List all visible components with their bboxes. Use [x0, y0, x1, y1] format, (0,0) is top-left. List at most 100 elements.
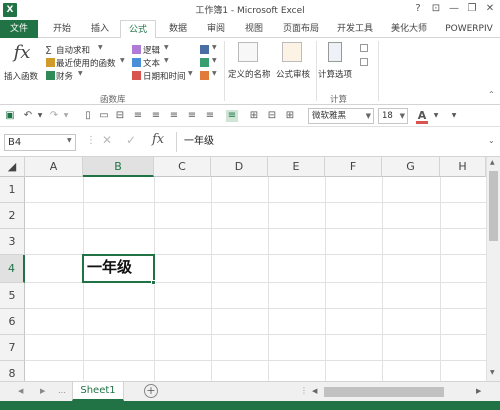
row-header-3[interactable]: 3: [0, 229, 25, 255]
vertical-scrollbar[interactable]: ▲ ▼: [486, 157, 500, 381]
row-header-1[interactable]: 1: [0, 177, 25, 203]
more-functions-icon[interactable]: [200, 71, 209, 80]
tab-review[interactable]: 审阅: [198, 20, 234, 38]
fill-handle[interactable]: [151, 280, 156, 285]
autosum-button[interactable]: 自动求和: [56, 44, 90, 56]
tab-file[interactable]: 文件: [0, 20, 38, 38]
logical-dropdown-icon[interactable]: ▼: [164, 44, 169, 51]
lookup-dropdown-icon[interactable]: ▼: [212, 44, 217, 51]
redo-icon[interactable]: ↷: [48, 110, 60, 122]
math-icon[interactable]: [200, 58, 209, 67]
tab-beautify[interactable]: 美化大师: [384, 20, 434, 38]
align-center-icon[interactable]: ≡: [168, 110, 180, 122]
add-sheet-icon[interactable]: +: [144, 384, 158, 398]
column-header-a[interactable]: A: [25, 157, 83, 177]
undo-icon[interactable]: ↶: [22, 110, 34, 122]
more-dropdown-icon[interactable]: ▼: [212, 70, 217, 77]
row-header-5[interactable]: 5: [0, 283, 25, 309]
recent-functions-button[interactable]: 最近使用的函数: [56, 57, 116, 69]
collapse-ribbon-icon[interactable]: ⌃: [488, 90, 495, 99]
print-preview-icon[interactable]: ⊟: [114, 110, 126, 122]
defined-names-button[interactable]: 定义的名称: [228, 68, 271, 80]
tab-home[interactable]: 开始: [44, 20, 80, 38]
scroll-up-icon[interactable]: ▲: [490, 159, 495, 166]
font-size-combo[interactable]: 18 ▼: [378, 108, 408, 124]
minimize-button[interactable]: —: [446, 2, 462, 16]
recent-dropdown-icon[interactable]: ▼: [120, 57, 125, 64]
text-button[interactable]: 文本: [143, 57, 160, 69]
calculator-icon[interactable]: [328, 42, 342, 62]
customize-qat-icon[interactable]: ▼: [448, 110, 460, 122]
tab-developer[interactable]: 开发工具: [330, 20, 380, 38]
autosum-dropdown-icon[interactable]: ▼: [98, 44, 103, 51]
datetime-dropdown-icon[interactable]: ▼: [188, 70, 193, 77]
merge-icon[interactable]: ⊟: [266, 110, 278, 122]
lookup-icon[interactable]: [200, 45, 209, 54]
row-header-7[interactable]: 7: [0, 335, 25, 361]
row-header-4[interactable]: 4: [0, 255, 25, 283]
more-sheets-icon[interactable]: …: [58, 386, 66, 395]
new-icon[interactable]: ▯: [82, 110, 94, 122]
sheet-tab-sheet1[interactable]: Sheet1: [72, 382, 124, 401]
datetime-button[interactable]: 日期和时间: [143, 70, 186, 82]
ribbon-display-button[interactable]: ⊡: [428, 2, 444, 16]
enter-icon[interactable]: ✓: [126, 133, 136, 147]
align-left2-icon[interactable]: ≡: [150, 110, 162, 122]
insert-function-icon[interactable]: fx: [10, 42, 34, 66]
financial-dropdown-icon[interactable]: ▼: [78, 70, 83, 77]
column-header-g[interactable]: G: [382, 157, 440, 177]
active-cell[interactable]: 一年级: [82, 254, 155, 283]
borders-icon[interactable]: ⊞: [248, 110, 260, 122]
tab-insert[interactable]: 插入: [82, 20, 118, 38]
logical-button[interactable]: 逻辑: [143, 44, 160, 56]
column-header-e[interactable]: E: [268, 157, 325, 177]
restore-button[interactable]: ❐: [464, 2, 480, 16]
column-header-d[interactable]: D: [211, 157, 268, 177]
save-icon[interactable]: ▣: [4, 110, 16, 122]
defined-names-icon[interactable]: [238, 42, 258, 62]
tab-view[interactable]: 视图: [236, 20, 272, 38]
formula-auditing-button[interactable]: 公式审核: [276, 68, 310, 80]
middle-align-icon[interactable]: ≡: [226, 110, 238, 122]
undo-dropdown-icon[interactable]: ▼: [34, 110, 46, 122]
cancel-icon[interactable]: ✕: [102, 133, 112, 147]
scroll-down-icon[interactable]: ▼: [490, 369, 495, 376]
open-icon[interactable]: ▭: [98, 110, 110, 122]
font-color-dropdown-icon[interactable]: ▼: [430, 110, 442, 122]
tab-formulas[interactable]: 公式: [120, 20, 156, 39]
formula-input[interactable]: 一年级: [180, 134, 490, 151]
hscroll-right-icon[interactable]: ▶: [476, 387, 481, 395]
font-name-combo[interactable]: 微软雅黑 ▼: [308, 108, 374, 124]
tab-powerpivot[interactable]: POWERPIV: [440, 20, 498, 38]
tab-data[interactable]: 数据: [160, 20, 196, 38]
calc-now-icon[interactable]: [360, 44, 368, 52]
row-header-8[interactable]: 8: [0, 361, 25, 381]
expand-formula-icon[interactable]: ⌄: [488, 136, 495, 145]
align-left-icon[interactable]: ≡: [132, 110, 144, 122]
text-dropdown-icon[interactable]: ▼: [164, 57, 169, 64]
column-header-h[interactable]: H: [440, 157, 486, 177]
calc-options-button[interactable]: 计算选项: [318, 68, 352, 80]
calc-sheet-icon[interactable]: [360, 58, 368, 66]
font-color-icon[interactable]: A: [416, 110, 428, 124]
sheet-next-icon[interactable]: ▶: [40, 387, 45, 395]
math-dropdown-icon[interactable]: ▼: [212, 57, 217, 64]
insert-function-button[interactable]: 插入函数: [4, 70, 38, 82]
select-all-corner[interactable]: ◢: [0, 157, 25, 177]
redo-dropdown-icon[interactable]: ▼: [60, 110, 72, 122]
help-button[interactable]: ?: [410, 2, 426, 16]
wrap-icon[interactable]: ⊞: [284, 110, 296, 122]
close-button[interactable]: ✕: [482, 2, 498, 16]
hscroll-left-icon[interactable]: ◀: [312, 387, 317, 395]
worksheet-grid[interactable]: ◢ A B C D E F G H 1 2 3 4 5 6 7 8 一年级: [0, 157, 486, 381]
column-header-b[interactable]: B: [83, 157, 154, 177]
scroll-thumb[interactable]: [489, 171, 498, 241]
name-box-dropdown-icon[interactable]: ▼: [67, 137, 72, 144]
column-header-f[interactable]: F: [325, 157, 382, 177]
align-right-icon[interactable]: ≡: [186, 110, 198, 122]
sheet-prev-icon[interactable]: ◀: [18, 387, 23, 395]
name-box[interactable]: B4: [4, 134, 76, 151]
row-header-6[interactable]: 6: [0, 309, 25, 335]
align-justify-icon[interactable]: ≡: [204, 110, 216, 122]
financial-button[interactable]: 财务: [56, 70, 73, 82]
